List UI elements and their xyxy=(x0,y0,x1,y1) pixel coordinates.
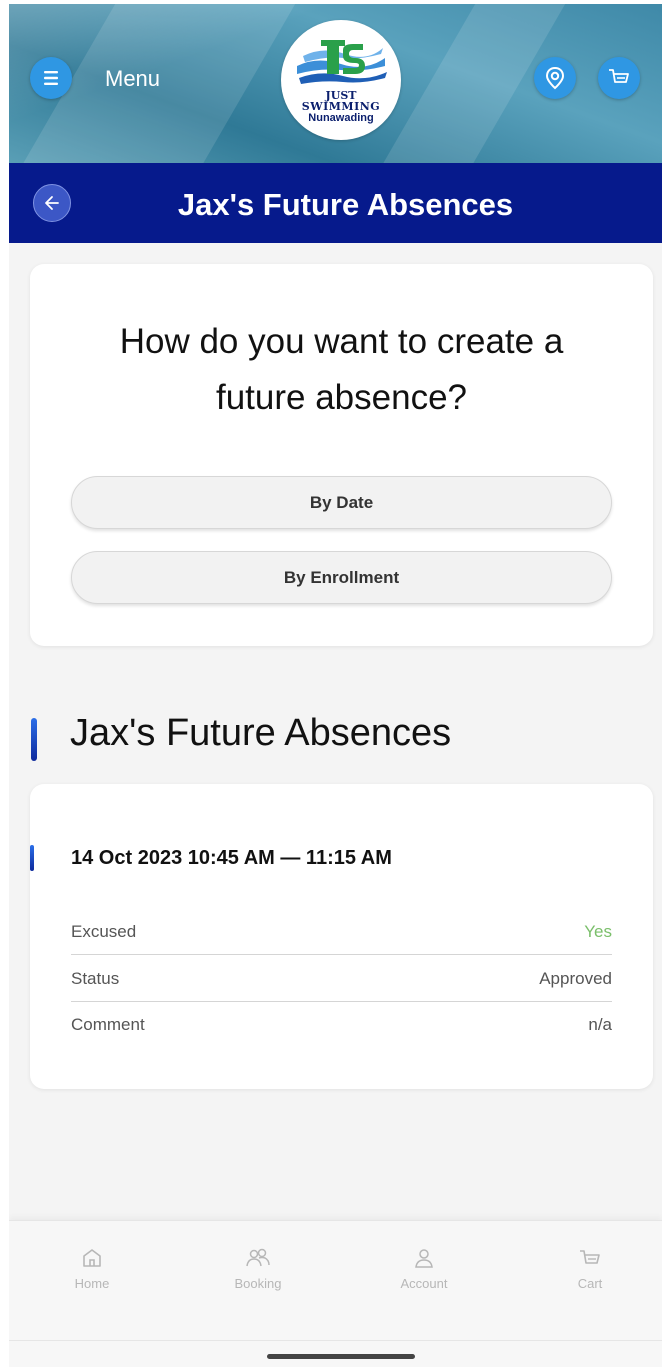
brand-logo: JUST SWIMMING Nunawading xyxy=(281,20,401,140)
people-icon xyxy=(246,1248,270,1267)
tab-account[interactable]: Account xyxy=(364,1247,484,1291)
person-icon xyxy=(415,1249,433,1268)
field-value-status: Approved xyxy=(539,968,612,988)
home-indicator[interactable] xyxy=(267,1354,415,1359)
field-label-excused: Excused xyxy=(71,921,137,941)
header-banner: Menu JUST SWIMMING Nunawading xyxy=(9,4,662,164)
logo-line-2: SWIMMING xyxy=(301,99,381,113)
cart-icon xyxy=(609,69,629,83)
section-accent-bar xyxy=(31,718,37,761)
menu-button[interactable] xyxy=(30,57,72,99)
page-title: Jax's Future Absences xyxy=(177,187,514,222)
section-title: Jax's Future Absences xyxy=(70,712,452,754)
menu-icon xyxy=(44,71,58,85)
menu-label[interactable]: Menu xyxy=(105,66,160,92)
tab-home-label: Home xyxy=(74,1276,110,1291)
by-enrollment-button[interactable]: By Enrollment xyxy=(71,551,612,604)
cart-icon xyxy=(580,1250,600,1264)
logo-line-3: Nunawading xyxy=(308,111,374,124)
tab-cart-label: Cart xyxy=(577,1276,603,1291)
location-button[interactable] xyxy=(534,57,576,99)
absence-field-row: Comment n/a xyxy=(71,1002,612,1048)
absence-accent-bar xyxy=(30,845,34,871)
tab-booking-label: Booking xyxy=(234,1276,282,1291)
location-icon xyxy=(545,66,565,90)
tab-cart[interactable]: Cart xyxy=(530,1247,650,1291)
by-date-button[interactable]: By Date xyxy=(71,476,612,529)
absence-field-row: Status Approved xyxy=(71,956,612,1002)
tab-home[interactable]: Home xyxy=(32,1247,152,1291)
field-value-comment: n/a xyxy=(588,1015,612,1034)
absence-datetime: 14 Oct 2023 10:45 AM — 11:15 AM xyxy=(71,847,392,869)
field-label-status: Status xyxy=(71,968,120,988)
app-screen: Menu JUST SWIMMING Nunawading Jax's Futu… xyxy=(9,4,662,1367)
create-absence-card: How do you want to create a future absen… xyxy=(30,264,653,646)
page-titlebar: Jax's Future Absences xyxy=(9,163,662,243)
logo-line-1: JUST xyxy=(325,88,357,102)
absence-card: 14 Oct 2023 10:45 AM — 11:15 AM Excused … xyxy=(30,784,653,1089)
home-icon xyxy=(83,1249,101,1267)
home-indicator-area xyxy=(9,1340,662,1367)
cart-button[interactable] xyxy=(598,57,640,99)
absence-field-row: Excused Yes xyxy=(71,909,612,955)
create-absence-question: How do you want to create a future absen… xyxy=(119,322,564,417)
bottom-tab-bar: Home Booking Account Cart xyxy=(9,1220,662,1340)
logo-emblem-icon xyxy=(297,39,387,84)
tab-booking[interactable]: Booking xyxy=(198,1247,318,1291)
field-value-excused: Yes xyxy=(584,921,612,941)
field-label-comment: Comment xyxy=(71,1015,145,1034)
tab-account-label: Account xyxy=(400,1276,448,1291)
